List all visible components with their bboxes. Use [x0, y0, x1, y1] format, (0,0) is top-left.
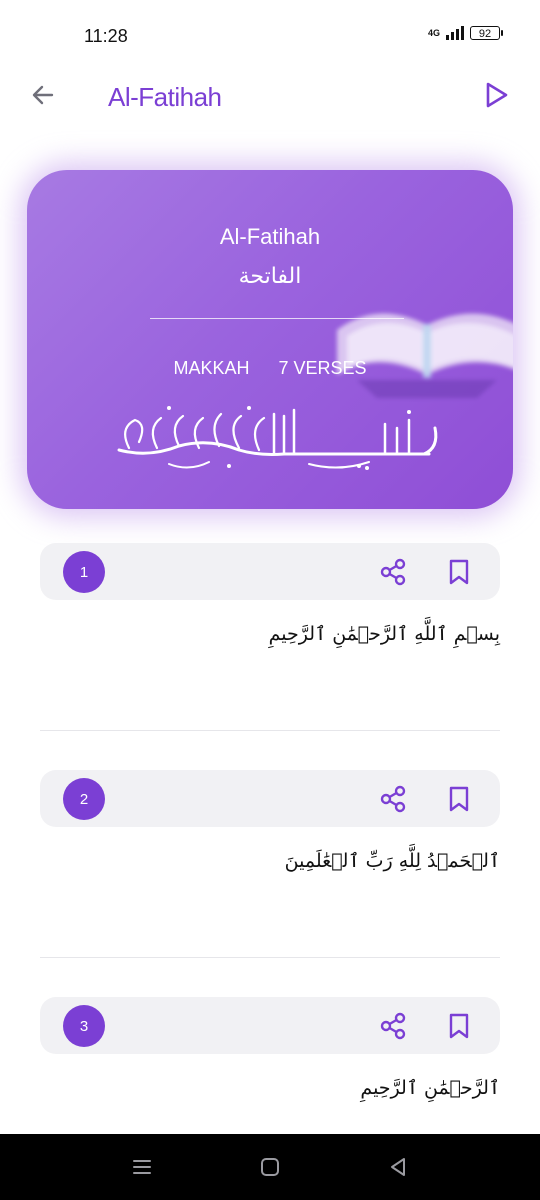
network-type: 4G — [427, 27, 440, 38]
system-back-button[interactable] — [385, 1154, 411, 1180]
status-icons: 4G 92 — [427, 26, 503, 40]
recents-button[interactable] — [129, 1154, 155, 1180]
play-icon — [486, 82, 508, 108]
arrow-left-icon — [32, 85, 54, 105]
share-icon — [380, 1012, 406, 1040]
verse-item: 3 ٱلرَّحۡمَٰنِ ٱلرَّحِيمِ — [40, 997, 500, 1099]
bookmark-icon — [449, 786, 469, 812]
bookmark-button[interactable] — [442, 1009, 476, 1043]
surah-meta: MAKKAH 7 VERSES — [27, 358, 513, 379]
revelation-place: MAKKAH — [173, 358, 250, 378]
verse-arabic-text: بِسۡمِ ٱللَّهِ ٱلرَّحۡمَٰنِ ٱلرَّحِيمِ — [268, 623, 500, 645]
verse-number-badge: 3 — [63, 1005, 105, 1047]
surah-header-card: Al-Fatihah الفاتحة MAKKAH 7 VERSES — [27, 170, 513, 509]
surah-name-arabic: الفاتحة — [238, 264, 302, 289]
bookmark-button[interactable] — [442, 782, 476, 816]
share-icon — [380, 785, 406, 813]
share-icon — [380, 558, 406, 586]
app-bar: Al-Fatihah — [0, 72, 540, 122]
bookmark-button[interactable] — [442, 555, 476, 589]
quran-book-illustration — [337, 313, 513, 398]
verse-item: 2 ٱلۡحَمۡدُ لِلَّهِ رَبِّ ٱلۡعَٰلَمِينَ — [40, 770, 500, 872]
signal-icon — [446, 26, 464, 40]
verse-separator — [40, 957, 500, 958]
home-button[interactable] — [257, 1154, 283, 1180]
card-divider — [150, 318, 404, 319]
menu-lines-icon — [133, 1160, 151, 1174]
page-title: Al-Fatihah — [108, 82, 222, 112]
bismillah-calligraphy — [117, 406, 438, 470]
status-time: 11:28 — [84, 26, 128, 46]
triangle-back-icon — [391, 1158, 405, 1176]
verse-header: 1 — [40, 543, 500, 600]
back-button[interactable] — [26, 78, 60, 112]
verse-arabic-text: ٱلۡحَمۡدُ لِلَّهِ رَبِّ ٱلۡعَٰلَمِينَ — [284, 850, 500, 872]
verse-separator — [40, 730, 500, 731]
bookmark-icon — [449, 1013, 469, 1039]
battery-icon: 92 — [470, 26, 503, 40]
verse-header: 3 — [40, 997, 500, 1054]
share-button[interactable] — [376, 782, 410, 816]
verse-arabic-text: ٱلرَّحۡمَٰنِ ٱلرَّحِيمِ — [360, 1077, 500, 1099]
verse-number-badge: 2 — [63, 778, 105, 820]
share-button[interactable] — [376, 1009, 410, 1043]
battery-level: 92 — [478, 28, 492, 40]
system-nav-bar — [0, 1134, 540, 1200]
verse-number-badge: 1 — [63, 551, 105, 593]
status-bar: 11:28 4G 92 — [0, 0, 540, 72]
surah-name: Al-Fatihah — [219, 224, 321, 249]
verse-count: 7 VERSES — [278, 358, 367, 378]
play-button[interactable] — [480, 78, 514, 112]
share-button[interactable] — [376, 555, 410, 589]
verse-header: 2 — [40, 770, 500, 827]
square-icon — [261, 1158, 279, 1176]
bookmark-icon — [449, 559, 469, 585]
verse-item: 1 بِسۡمِ ٱللَّهِ ٱلرَّحۡمَٰنِ ٱلرَّحِيمِ — [40, 543, 500, 645]
